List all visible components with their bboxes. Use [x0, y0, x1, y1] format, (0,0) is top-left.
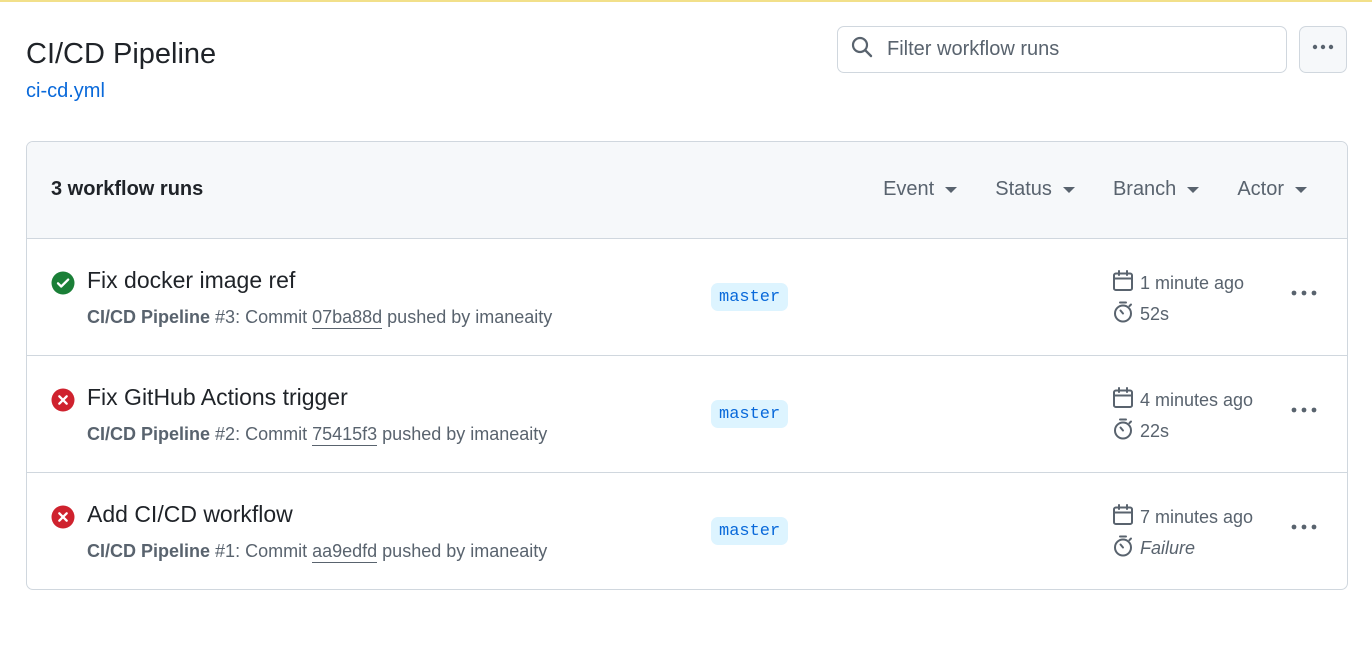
- run-title-link[interactable]: Fix docker image ref: [87, 267, 295, 294]
- time-ago-text: 7 minutes ago: [1140, 506, 1254, 527]
- workflow-name: CI/CD Pipeline: [87, 307, 211, 327]
- run-time-ago: 1 minute ago: [1111, 269, 1245, 298]
- page-title: CI/CD Pipeline: [26, 38, 217, 70]
- workflow-runs-box: 3 workflow runs Event Status Branch Acto…: [26, 141, 1348, 590]
- run-meta: CI/CD Pipeline #3: Commit 07ba88d pushed…: [87, 307, 553, 329]
- caret-down-icon: [945, 186, 958, 193]
- more-options-button[interactable]: [1299, 26, 1347, 73]
- run-title-link[interactable]: Fix GitHub Actions trigger: [87, 384, 348, 411]
- commit-sha-link[interactable]: 07ba88d: [312, 307, 383, 329]
- run-title-link[interactable]: Add CI/CD workflow: [87, 501, 293, 528]
- run-number: #2: [215, 424, 236, 444]
- caret-down-icon: [1187, 186, 1200, 193]
- commit-prefix: : Commit: [235, 307, 313, 327]
- pushed-by-text: pushed by imaneaity: [377, 424, 548, 444]
- page-header: CI/CD Pipeline ci-cd.yml: [26, 36, 216, 104]
- workflow-name: CI/CD Pipeline: [87, 424, 211, 444]
- run-meta: CI/CD Pipeline #2: Commit 75415f3 pushed…: [87, 424, 548, 446]
- run-duration: 22s: [1111, 417, 1253, 446]
- filter-runs-input[interactable]: [887, 38, 1267, 61]
- run-time-ago: 7 minutes ago: [1111, 503, 1254, 532]
- branch-badge[interactable]: master: [711, 400, 789, 428]
- pushed-by-text: pushed by imaneaity: [377, 541, 548, 561]
- commit-prefix: : Commit: [235, 424, 313, 444]
- filter-status[interactable]: Status: [995, 178, 1075, 201]
- kebab-horizontal-icon: [1311, 35, 1335, 64]
- run-duration: Failure: [1111, 534, 1253, 563]
- run-options-button[interactable]: [1289, 283, 1319, 307]
- workflow-name: CI/CD Pipeline: [87, 541, 211, 561]
- filter-search-box[interactable]: [837, 26, 1287, 73]
- run-timing: 4 minutes ago 22s: [1111, 386, 1254, 446]
- branch-badge[interactable]: master: [711, 283, 789, 311]
- kebab-horizontal-icon: [1290, 398, 1318, 427]
- runs-header: 3 workflow runs Event Status Branch Acto…: [27, 142, 1347, 239]
- calendar-icon: [1111, 503, 1140, 532]
- run-timing: 7 minutes ago Failure: [1111, 503, 1254, 563]
- duration-text: 22s: [1140, 420, 1170, 441]
- caret-down-icon: [1295, 186, 1307, 193]
- run-options-button[interactable]: [1289, 517, 1319, 541]
- stopwatch-icon: [1111, 300, 1140, 329]
- filter-actor[interactable]: Actor: [1237, 178, 1307, 201]
- top-stripe: [0, 0, 1372, 2]
- run-number: #3: [215, 307, 236, 327]
- commit-sha-link[interactable]: 75415f3: [312, 424, 378, 446]
- runs-count: 3 workflow runs: [51, 178, 204, 200]
- caret-down-icon: [1062, 186, 1075, 193]
- run-time-ago: 4 minutes ago: [1111, 386, 1254, 415]
- run-duration: 52s: [1111, 300, 1244, 329]
- run-options-button[interactable]: [1289, 400, 1319, 424]
- search-icon: [850, 35, 874, 64]
- commit-sha-link[interactable]: aa9edfd: [312, 541, 378, 563]
- filter-event[interactable]: Event: [883, 178, 958, 201]
- kebab-horizontal-icon: [1290, 281, 1318, 310]
- calendar-icon: [1111, 269, 1140, 298]
- calendar-icon: [1111, 386, 1140, 415]
- time-ago-text: 1 minute ago: [1140, 272, 1245, 293]
- workflow-file-link[interactable]: ci-cd.yml: [26, 78, 105, 104]
- check-circle-fill-icon: [51, 271, 75, 295]
- filter-status-label: Status: [995, 178, 1052, 200]
- filter-branch-label: Branch: [1112, 178, 1177, 200]
- run-timing: 1 minute ago 52s: [1111, 269, 1245, 329]
- filter-bar: Event Status Branch Actor: [845, 178, 1307, 201]
- run-meta: CI/CD Pipeline #1: Commit aa9edfd pushed…: [87, 541, 548, 563]
- x-circle-fill-icon: [51, 505, 75, 529]
- stopwatch-icon: [1111, 417, 1140, 446]
- filter-event-label: Event: [883, 178, 935, 200]
- stopwatch-icon: [1111, 534, 1140, 563]
- commit-prefix: : Commit: [235, 541, 313, 561]
- duration-text: Failure: [1140, 537, 1196, 558]
- run-row[interactable]: Fix GitHub Actions trigger CI/CD Pipelin…: [27, 356, 1347, 473]
- kebab-horizontal-icon: [1290, 515, 1318, 544]
- branch-badge[interactable]: master: [711, 517, 789, 545]
- filter-branch[interactable]: Branch: [1112, 178, 1200, 201]
- run-row[interactable]: Fix docker image ref CI/CD Pipeline #3: …: [27, 239, 1347, 356]
- run-row[interactable]: Add CI/CD workflow CI/CD Pipeline #1: Co…: [27, 473, 1347, 589]
- filter-actor-label: Actor: [1237, 178, 1284, 200]
- x-circle-fill-icon: [51, 388, 75, 412]
- duration-text: 52s: [1140, 303, 1170, 324]
- run-number: #1: [215, 541, 236, 561]
- pushed-by-text: pushed by imaneaity: [382, 307, 553, 327]
- time-ago-text: 4 minutes ago: [1140, 389, 1254, 410]
